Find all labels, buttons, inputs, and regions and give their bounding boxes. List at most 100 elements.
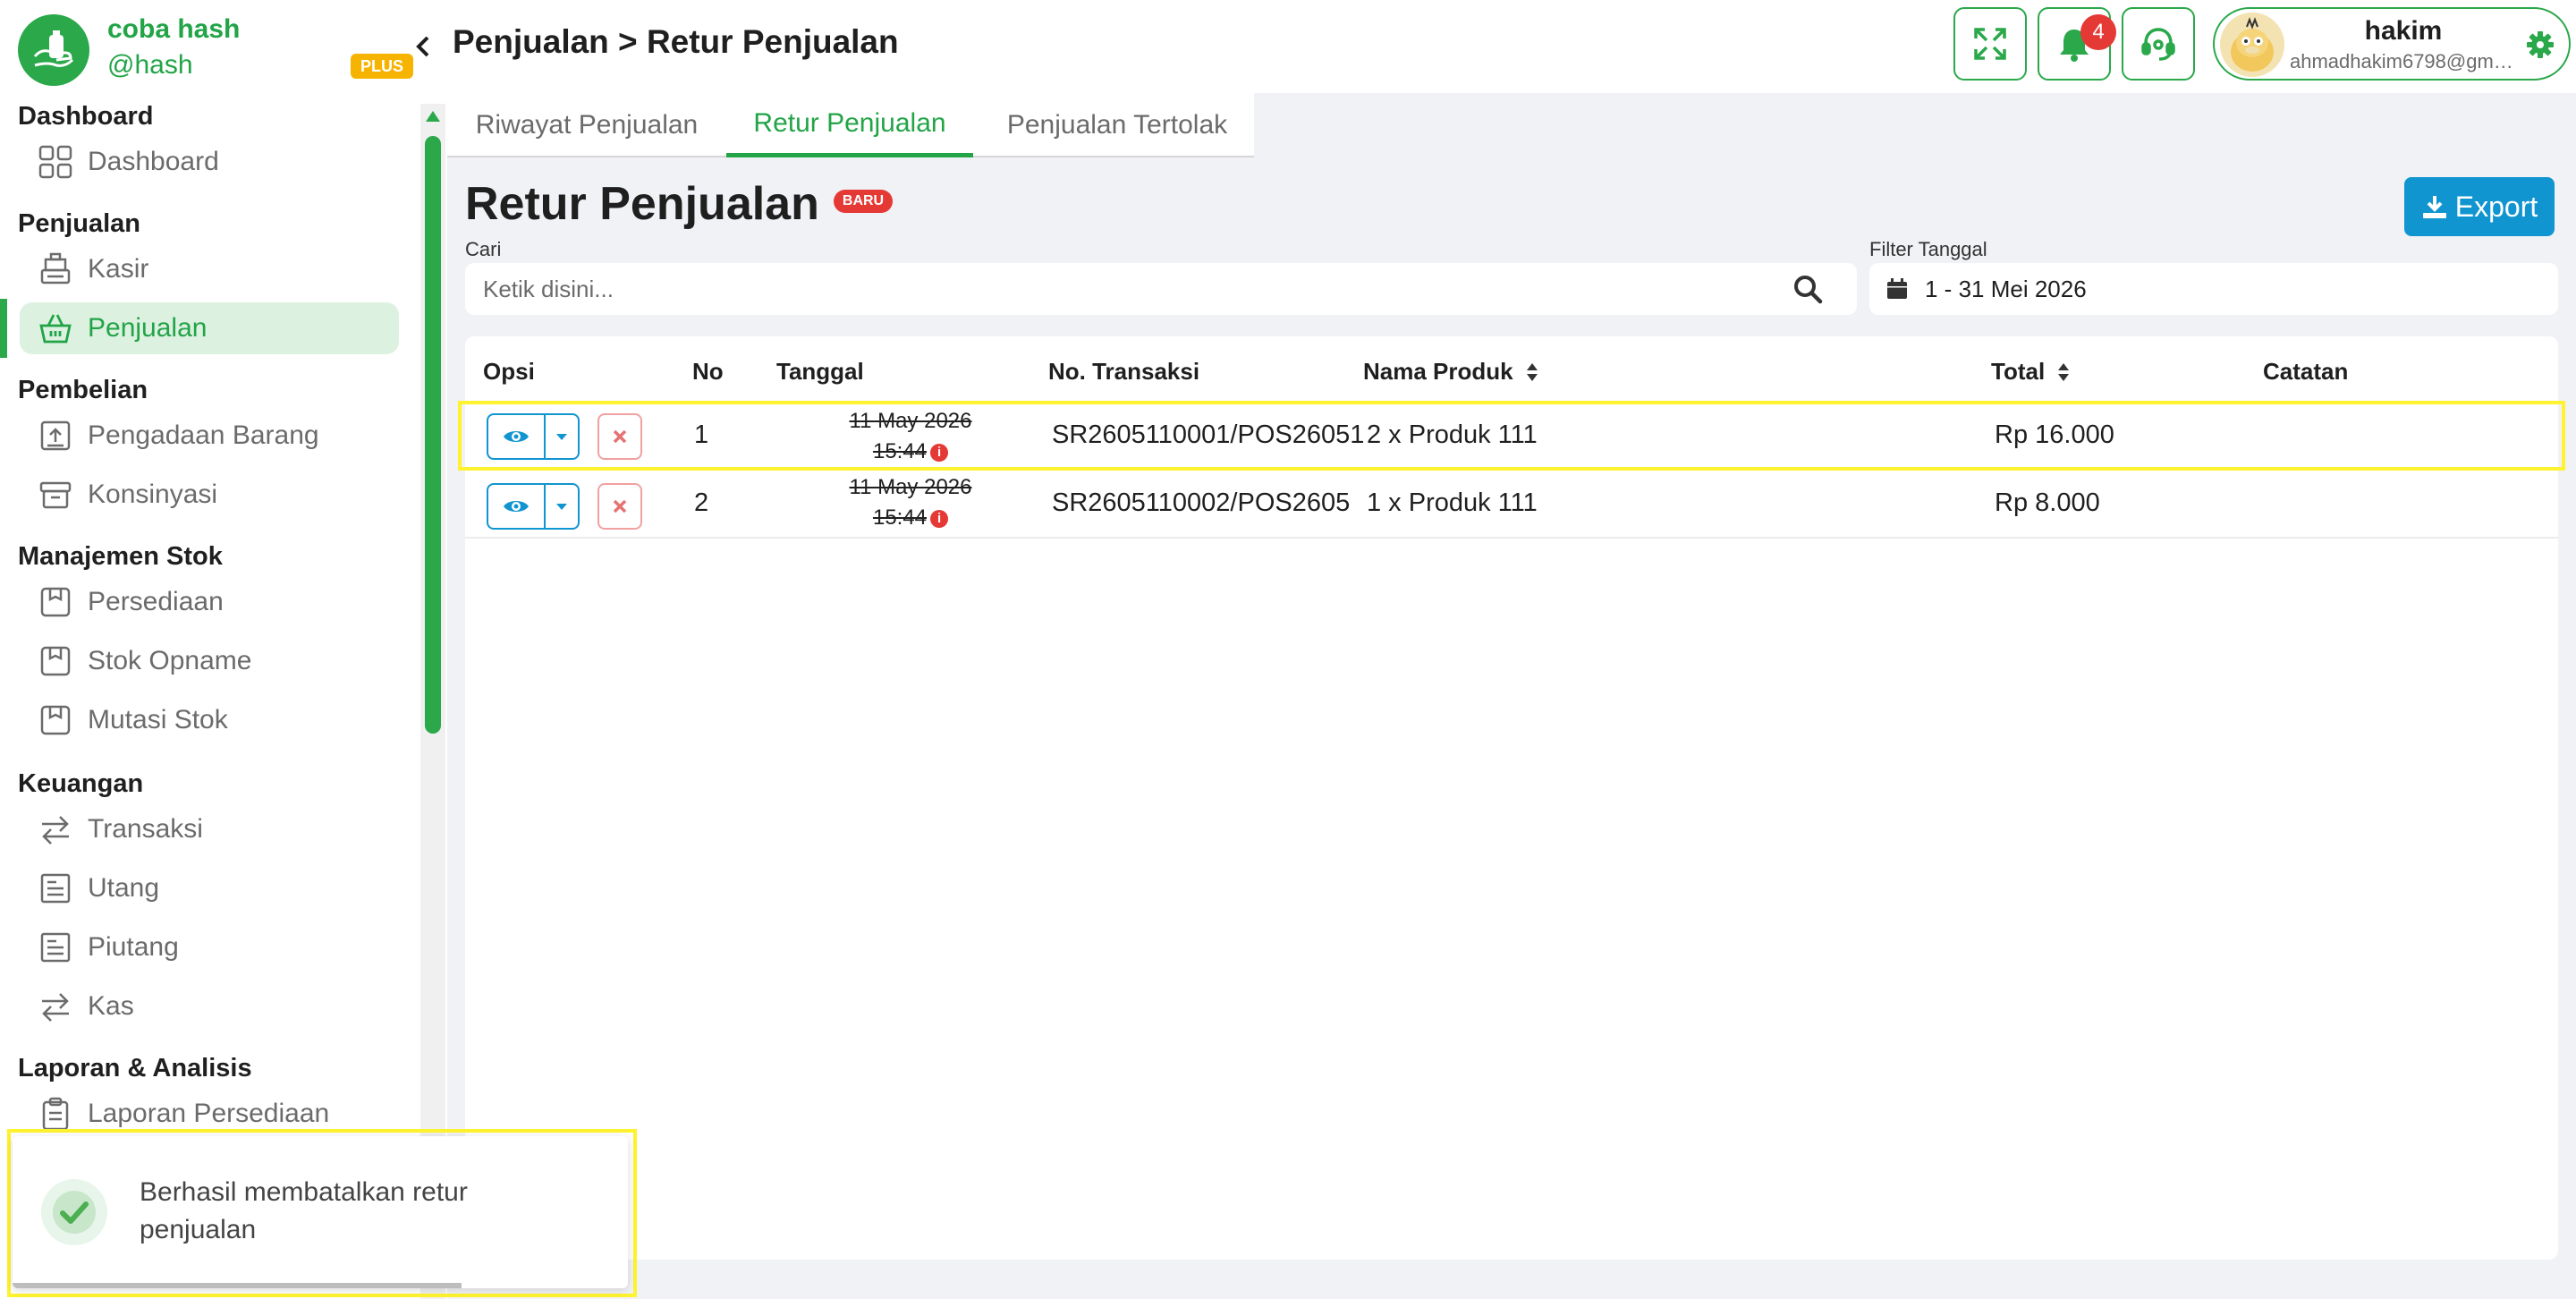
breadcrumb: Penjualan > Retur Penjualan — [453, 23, 899, 60]
sidebar-item-penjualan[interactable]: Penjualan — [20, 302, 399, 354]
sidebar-scrollbar[interactable] — [420, 104, 445, 1299]
section-title-penjualan: Penjualan — [18, 209, 140, 238]
sidebar-item-label: Mutasi Stok — [88, 705, 228, 734]
sidebar-item-label: Kas — [88, 991, 134, 1021]
row-date: 11 May 2026 15:44 i — [849, 475, 972, 530]
inventory-icon — [38, 584, 73, 620]
grid-icon — [38, 144, 73, 180]
exchange-icon — [38, 989, 73, 1024]
support-button[interactable] — [2122, 7, 2195, 81]
page-title: Retur Penjualan — [465, 178, 819, 230]
fullscreen-button[interactable] — [1953, 7, 2027, 81]
search-label: Cari — [465, 238, 502, 260]
archive-icon — [38, 477, 73, 513]
sidebar-item-persediaan[interactable]: Persediaan — [20, 576, 399, 628]
column-header-nama-produk[interactable]: Nama Produk — [1363, 358, 1538, 386]
sidebar-item-label: Pengadaan Barang — [88, 420, 319, 450]
download-icon — [2422, 196, 2446, 218]
more-options-dropdown[interactable] — [544, 413, 580, 460]
plan-badge: PLUS — [351, 54, 413, 79]
toast-progress-bar — [13, 1283, 462, 1288]
cash-register-icon — [38, 251, 73, 287]
tab-penjualan-tertolak[interactable]: Penjualan Tertolak — [987, 93, 1247, 157]
sidebar-item-label: Kasir — [88, 254, 149, 284]
notifications-button[interactable]: 4 — [2038, 7, 2116, 81]
row-transaction-number[interactable]: SR2605110002/POS2605 — [1052, 488, 1350, 518]
sidebar-item-transaksi[interactable]: Transaksi — [20, 803, 399, 855]
date-filter-value: 1 - 31 Mei 2026 — [1925, 275, 2087, 302]
column-header-no-transaksi: No. Transaksi — [1048, 358, 1200, 385]
top-header: Penjualan > Retur Penjualan 4 hakim ahma… — [447, 0, 2576, 93]
view-button[interactable] — [487, 483, 544, 530]
section-title-manajemen-stok: Manajemen Stok — [18, 542, 223, 571]
sidebar-item-label: Konsinyasi — [88, 480, 218, 509]
export-label: Export — [2454, 190, 2538, 223]
section-title-pembelian: Pembelian — [18, 376, 148, 404]
search-input[interactable] — [465, 263, 1857, 315]
sort-icon[interactable] — [1526, 361, 1538, 383]
scroll-up-arrow-icon[interactable] — [426, 111, 440, 122]
row-date: 11 May 2026 15:44 i — [849, 409, 972, 463]
column-header-catatan: Catatan — [2263, 358, 2349, 385]
close-icon — [613, 499, 627, 514]
check-circle-icon — [41, 1179, 107, 1245]
search-icon[interactable] — [1792, 274, 1823, 304]
caret-down-icon — [556, 434, 567, 440]
receipt-icon — [38, 930, 73, 965]
tabs: Riwayat Penjualan Retur Penjualan Penjua… — [447, 93, 1254, 157]
inventory-icon — [38, 643, 73, 679]
row-product: 1 x Produk 111 — [1367, 488, 1538, 517]
exchange-icon — [38, 811, 73, 847]
inventory-icon — [38, 702, 73, 738]
returns-table: Opsi No Tanggal No. Transaksi Nama Produ… — [458, 336, 2565, 1260]
user-profile-menu[interactable]: hakim ahmadhakim6798@gmail.com — [2213, 7, 2571, 81]
info-icon[interactable]: i — [930, 443, 949, 462]
scrollbar-thumb[interactable] — [425, 136, 441, 734]
row-total: Rp 16.000 — [1995, 420, 2114, 449]
date-filter-input[interactable]: 1 - 31 Mei 2026 — [1869, 263, 2558, 315]
section-title-keuangan: Keuangan — [18, 769, 144, 798]
sidebar-item-konsinyasi[interactable]: Konsinyasi — [20, 469, 399, 521]
sidebar-item-mutasi-stok[interactable]: Mutasi Stok — [20, 694, 399, 746]
caret-down-icon — [556, 504, 567, 510]
success-toast[interactable]: Berhasil membatalkan retur penjualan — [13, 1136, 628, 1288]
info-icon[interactable]: i — [930, 509, 949, 528]
sidebar-item-label: Piutang — [88, 932, 179, 962]
sidebar-item-stok-opname[interactable]: Stok Opname — [20, 635, 399, 687]
sidebar-item-label: Dashboard — [88, 147, 219, 176]
sidebar-item-label: Utang — [88, 873, 160, 903]
tab-riwayat-penjualan[interactable]: Riwayat Penjualan — [460, 93, 714, 157]
section-title-laporan: Laporan & Analisis — [18, 1054, 252, 1082]
receipt-icon — [38, 870, 73, 906]
gear-icon[interactable] — [2526, 30, 2555, 59]
column-header-total[interactable]: Total — [1991, 358, 2070, 386]
close-icon — [613, 429, 627, 444]
sort-icon[interactable] — [2057, 361, 2070, 383]
sidebar-item-label: Persediaan — [88, 587, 224, 616]
store-logo-icon — [18, 14, 89, 86]
sidebar-item-pengadaan-barang[interactable]: Pengadaan Barang — [20, 410, 399, 462]
avatar — [2220, 13, 2284, 77]
sidebar-item-piutang[interactable]: Piutang — [20, 921, 399, 973]
tab-retur-penjualan[interactable]: Retur Penjualan — [726, 93, 973, 157]
clipboard-icon — [38, 1096, 73, 1132]
sidebar-item-utang[interactable]: Utang — [20, 862, 399, 914]
row-transaction-number[interactable]: SR2605110001/POS26051 — [1052, 420, 1364, 450]
toast-message: Berhasil membatalkan retur penjualan — [140, 1177, 468, 1244]
view-button[interactable] — [487, 413, 544, 460]
store-handle: @hash — [107, 50, 193, 80]
sidebar-item-kasir[interactable]: Kasir — [20, 243, 399, 295]
sidebar-item-dashboard[interactable]: Dashboard — [20, 136, 399, 188]
user-name: hakim — [2364, 16, 2443, 46]
cancel-return-button[interactable] — [597, 413, 642, 460]
chevron-left-icon — [416, 36, 429, 57]
headset-icon — [2141, 28, 2175, 61]
collapse-sidebar-button[interactable] — [410, 30, 436, 63]
sidebar-item-kas[interactable]: Kas — [20, 981, 399, 1032]
row-product: 2 x Produk 111 — [1367, 420, 1538, 449]
more-options-dropdown[interactable] — [544, 483, 580, 530]
row-number: 1 — [694, 420, 709, 449]
basket-icon — [38, 310, 73, 346]
export-button[interactable]: Export — [2404, 177, 2555, 236]
cancel-return-button[interactable] — [597, 483, 642, 530]
